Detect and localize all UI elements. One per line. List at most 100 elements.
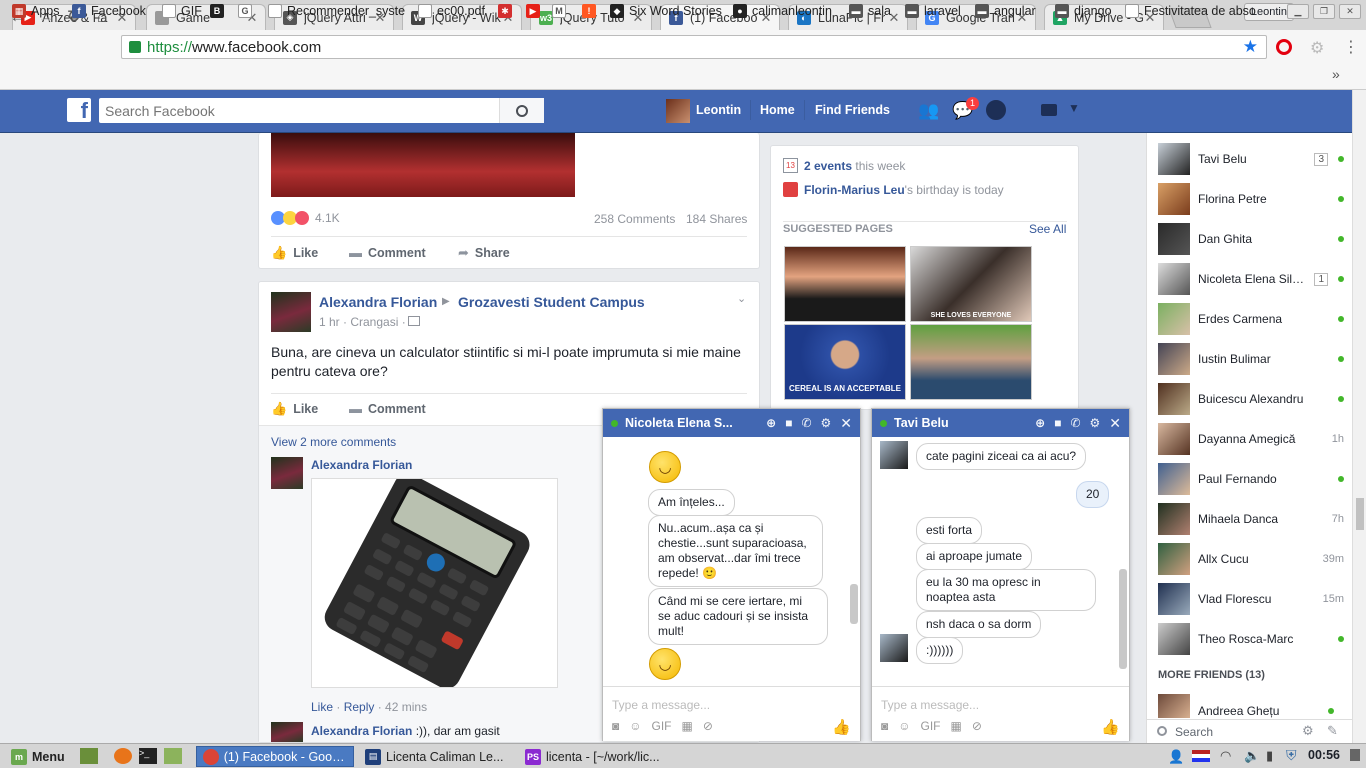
bookmark-item[interactable]: ▦ Apps [12, 4, 60, 18]
stickers-icon[interactable]: ▦ [951, 719, 962, 733]
comment-button[interactable]: ▬ Comment [349, 245, 426, 260]
add-friend-icon[interactable]: ⊕ [766, 416, 776, 430]
bookmark-item[interactable]: ◆ Six Word Stories [610, 4, 722, 18]
bookmark-item[interactable]: GIF [162, 4, 202, 18]
chat-scrollbar[interactable] [1119, 569, 1127, 669]
suggested-page-thumbnail[interactable] [784, 246, 906, 322]
comment-like-link[interactable]: Like [311, 700, 333, 714]
friend-row[interactable]: Nicoleta Elena Sil… 1 [1158, 262, 1344, 296]
volume-icon[interactable]: 🔈 [1244, 748, 1260, 764]
emoji-icon[interactable]: ☺ [629, 719, 641, 733]
notifications-globe-icon[interactable] [986, 100, 1006, 120]
comment-button[interactable]: ▬ Comment [349, 401, 426, 416]
send-like-icon[interactable]: 👍 [832, 718, 851, 736]
video-call-icon[interactable]: ■ [1054, 416, 1061, 430]
add-friend-icon[interactable]: ⊕ [1035, 416, 1045, 430]
maximize-window-button[interactable]: ❐ [1313, 4, 1335, 19]
facebook-logo-icon[interactable]: f [67, 98, 91, 122]
new-message-icon[interactable]: ✎ [1327, 723, 1338, 739]
chat-options-gear-icon[interactable]: ⚙ [1302, 723, 1314, 739]
birthday-person-link[interactable]: Florin-Marius Leu [804, 183, 905, 197]
user-indicator-icon[interactable]: 👤 [1168, 749, 1184, 765]
bookmark-star-icon[interactable]: ★ [1243, 37, 1258, 57]
close-window-button[interactable]: ✕ [1339, 4, 1361, 19]
settings-gear-icon[interactable]: ⚙ [1090, 416, 1101, 430]
bookmark-item[interactable]: ● calimanleontin [733, 4, 832, 18]
message-input[interactable]: Type a message... [881, 698, 979, 712]
facebook-search-box[interactable] [99, 98, 544, 123]
friend-row[interactable]: Iustin Bulimar [1158, 342, 1344, 376]
friend-row[interactable]: Buicescu Alexandru [1158, 382, 1344, 416]
friend-row[interactable]: Tavi Belu 3 [1158, 142, 1344, 176]
start-menu-button[interactable]: m Menu [4, 746, 72, 767]
keyboard-layout-flag-icon[interactable] [1192, 750, 1210, 762]
facebook-search-input[interactable] [99, 98, 499, 123]
scrollbar-thumb[interactable] [1356, 498, 1364, 530]
bookmark-item[interactable]: Recommender_syste [268, 4, 405, 18]
reactions-summary[interactable]: 4.1K [271, 211, 340, 225]
chat-title[interactable]: Nicoleta Elena S... [625, 416, 757, 430]
camera-icon[interactable]: ◙ [612, 719, 619, 733]
wifi-icon[interactable]: ◠ [1220, 748, 1231, 764]
clock[interactable]: 00:56 [1308, 748, 1340, 762]
group-link[interactable]: Grozavesti Student Campus [458, 294, 645, 310]
settings-gear-icon[interactable]: ⚙ [821, 416, 832, 430]
commenter-avatar[interactable] [271, 457, 303, 489]
shield-icon[interactable]: ⛨ [1286, 747, 1297, 764]
suggested-page-thumbnail[interactable]: SHE LOVES EVERYONE [910, 246, 1032, 322]
privacy-lock-icon[interactable] [1041, 104, 1057, 116]
friend-row[interactable]: Dan Ghita [1158, 222, 1344, 256]
bookmark-item[interactable]: ▬ angular [975, 4, 1036, 18]
friend-row[interactable]: Vlad Florescu 15m [1158, 582, 1344, 616]
events-link[interactable]: 2 events [804, 159, 852, 173]
comment-count-link[interactable]: 258 Comments [594, 212, 675, 226]
attach-icon[interactable]: ⊘ [703, 719, 713, 733]
bookmark-item[interactable]: Festivitatea de abso [1125, 4, 1256, 18]
bookmark-item[interactable]: ▬ sala [849, 4, 891, 18]
show-desktop-icon[interactable] [80, 748, 98, 764]
gif-button[interactable]: GIF [652, 719, 672, 733]
commenter-name-link[interactable]: Alexandra Florian [311, 724, 412, 738]
like-button[interactable]: 👍 Like [271, 245, 318, 261]
chat-title[interactable]: Tavi Belu [894, 416, 1026, 430]
notifications-icon[interactable] [1350, 749, 1360, 761]
extension-gear-icon[interactable]: ⚙ [1310, 38, 1324, 58]
files-folder-icon[interactable] [164, 748, 182, 764]
bookmark-item[interactable]: B [210, 4, 229, 18]
see-all-link[interactable]: See All [1029, 222, 1066, 236]
audience-icon[interactable] [408, 316, 420, 326]
more-bookmarks-icon[interactable]: » [1332, 66, 1340, 82]
search-button[interactable] [499, 98, 544, 123]
bookmark-item[interactable]: ▬ laravel [905, 4, 961, 18]
friend-row[interactable]: Erdes Carmena [1158, 302, 1344, 336]
gif-button[interactable]: GIF [921, 719, 941, 733]
bookmark-item[interactable]: ✱ [498, 4, 517, 18]
view-more-comments-link[interactable]: View 2 more comments [271, 435, 396, 449]
attach-icon[interactable]: ⊘ [972, 719, 982, 733]
bookmark-item[interactable]: ec00.pdf [418, 4, 485, 18]
video-call-icon[interactable]: ■ [785, 416, 792, 430]
emoji-icon[interactable]: ☺ [898, 719, 910, 733]
phone-icon[interactable]: ✆ [1070, 416, 1080, 430]
stickers-icon[interactable]: ▦ [682, 719, 693, 733]
taskbar-window-doc[interactable]: ▤ Licenta Caliman Le... [358, 746, 514, 767]
address-bar[interactable]: https:// www.facebook.com ★ [121, 35, 1267, 59]
friend-requests-icon[interactable]: 👥 [918, 101, 939, 121]
close-chat-icon[interactable]: ✕ [1109, 415, 1121, 432]
bookmark-item[interactable]: G [238, 4, 257, 18]
phone-icon[interactable]: ✆ [801, 416, 811, 430]
chrome-menu-icon[interactable]: ⋮ [1343, 37, 1359, 57]
chat-scrollbar[interactable] [850, 584, 858, 624]
taskbar-window-chrome[interactable]: (1) Facebook - Goog... [196, 746, 354, 767]
chat-search-input[interactable]: Search [1175, 725, 1213, 739]
chat-header[interactable]: Nicoleta Elena S... ⊕ ■ ✆ ⚙ ✕ [603, 409, 860, 437]
camera-icon[interactable]: ◙ [881, 719, 888, 733]
minimize-window-button[interactable]: ▁ [1287, 4, 1309, 19]
friend-row[interactable]: Paul Fernando [1158, 462, 1344, 496]
bookmark-item[interactable]: ! [582, 4, 601, 18]
bookmark-item[interactable]: ▶ [526, 4, 545, 18]
friend-row[interactable]: Dayanna Amegică 1h [1158, 422, 1344, 456]
post-image[interactable] [271, 133, 575, 197]
send-like-icon[interactable]: 👍 [1101, 718, 1120, 736]
chat-header[interactable]: Tavi Belu ⊕ ■ ✆ ⚙ ✕ [872, 409, 1129, 437]
